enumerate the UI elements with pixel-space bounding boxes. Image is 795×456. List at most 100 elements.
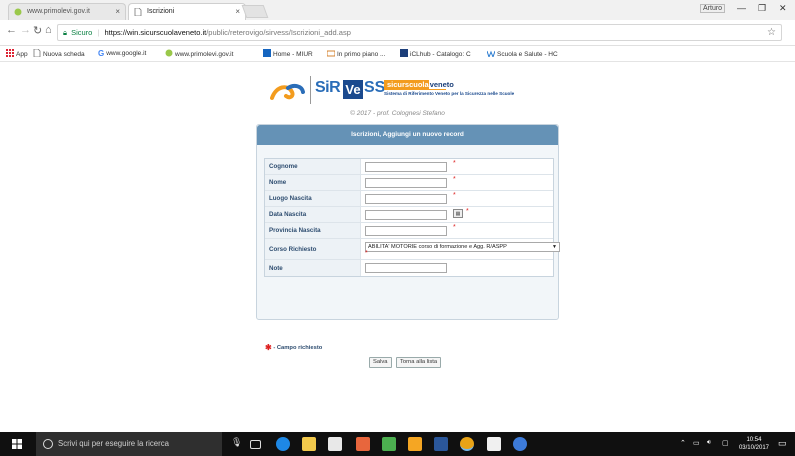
provincia-nascita-input[interactable] (365, 226, 447, 236)
data-nascita-input[interactable] (365, 210, 447, 220)
bookmark-scuola-salute[interactable]: Scuola e Salute - HC (487, 49, 558, 58)
primolevi-icon (165, 49, 173, 57)
task-view-icon[interactable] (250, 440, 261, 449)
calendar-icon[interactable]: ▦ (453, 209, 463, 218)
tab-title: www.primolevi.gov.it (27, 8, 90, 15)
minimize-button[interactable]: — (737, 3, 746, 13)
outlook-icon[interactable] (356, 437, 370, 451)
tab-iscrizioni[interactable]: Iscrizioni × (128, 3, 246, 20)
store-icon[interactable] (328, 437, 342, 451)
file-explorer-icon[interactable] (302, 437, 316, 451)
app-globe-icon[interactable] (513, 437, 527, 451)
browser-toolbar: ← → ↻ ⌂ 🔒︎ Sicuro | https://win.sicurscu… (0, 20, 795, 46)
back-to-list-button[interactable]: Torna alla lista (396, 357, 442, 368)
bookmark-iclhub[interactable]: iCLhub - Catalogo: C (400, 49, 471, 58)
bookmark-star-icon[interactable]: ☆ (767, 25, 776, 40)
edge-icon[interactable] (276, 437, 290, 451)
row-nome: Nome * (265, 175, 553, 191)
tab-primolevi[interactable]: www.primolevi.gov.it × (8, 3, 126, 20)
network-icon[interactable]: ▭ (693, 439, 700, 447)
required-marker: * (466, 208, 469, 215)
tab-title: Iscrizioni (147, 8, 175, 15)
lock-icon: 🔒︎ (63, 28, 67, 37)
logo-ve: Ve (343, 80, 363, 99)
field-label: Data Nascita (265, 207, 361, 222)
page-content: SiR Ve SS sicurscuolaveneto.it Sistema d… (0, 62, 795, 432)
select-value: ABILITA' MOTORIE corso di formazione e A… (368, 244, 507, 250)
clock-date: 03/10/2017 (738, 445, 769, 451)
row-cognome: Cognome * (265, 159, 553, 175)
field-label: Luogo Nascita (265, 191, 361, 206)
url-host: https://win.sicurscuolaveneto.it (104, 28, 207, 37)
home-icon[interactable]: ⌂ (45, 24, 52, 36)
profile-user-badge[interactable]: Arturo (700, 4, 726, 13)
nome-input[interactable] (365, 178, 447, 188)
logo-ss: SS (364, 79, 386, 96)
bookmark-apps[interactable]: App (6, 49, 28, 58)
chrome-icon[interactable] (460, 437, 474, 451)
tray-chevron-icon[interactable]: ⌃ (680, 439, 686, 447)
word-icon[interactable] (434, 437, 448, 451)
field-label: Cognome (265, 159, 361, 174)
news-icon (327, 50, 335, 57)
corso-richiesto-select[interactable]: ABILITA' MOTORIE corso di formazione e A… (365, 242, 560, 252)
close-window-button[interactable]: ✕ (779, 3, 787, 14)
bookmark-primolevi[interactable]: www.primolevi.gov.it (165, 49, 233, 58)
back-arrow-icon[interactable]: ← (6, 24, 17, 36)
row-data-nascita: Data Nascita ▦ * (265, 207, 553, 223)
cortana-icon (43, 439, 53, 449)
address-bar[interactable]: 🔒︎ Sicuro | https://win.sicurscuolavenet… (57, 24, 782, 41)
folder-app-icon[interactable] (408, 437, 422, 451)
taskbar-clock[interactable]: 10:54 03/10/2017 (739, 436, 769, 452)
required-marker: * (453, 224, 456, 231)
notification-bubble-icon[interactable]: ▢ (722, 439, 729, 447)
note-input[interactable] (365, 263, 447, 273)
tab-close-icon[interactable]: × (235, 4, 240, 19)
browser-titlebar: www.primolevi.gov.it × Iscrizioni × Artu… (0, 0, 795, 20)
search-placeholder: Scrivi qui per eseguire la ricerca (58, 439, 169, 448)
separator: | (97, 28, 100, 37)
scuola-salute-icon (487, 50, 495, 57)
bookmark-label: Scuola e Salute - HC (497, 51, 558, 58)
required-star-icon: ✱ (265, 343, 272, 352)
row-note: Note (265, 260, 553, 276)
forward-arrow-icon[interactable]: → (20, 24, 31, 36)
cognome-input[interactable] (365, 162, 447, 172)
required-note-text: - Campo richiesto (273, 345, 323, 351)
excel-icon[interactable] (382, 437, 396, 451)
new-tab-button[interactable] (241, 5, 269, 18)
brand-highlight: veneto (428, 80, 455, 89)
field-label: Nome (265, 175, 361, 190)
field-label: Corso Richiesto (265, 239, 361, 259)
maximize-button[interactable]: ❐ (758, 3, 766, 14)
required-marker: * (365, 250, 368, 257)
form-header: Iscrizioni, Aggiungi un nuovo record (257, 125, 558, 145)
taskbar-search[interactable]: Scrivi qui per eseguire la ricerca (36, 432, 222, 456)
row-corso-richiesto: Corso Richiesto ABILITA' MOTORIE corso d… (265, 239, 560, 260)
windows-start-icon[interactable] (12, 439, 22, 449)
bookmark-miur[interactable]: Home - MIUR (263, 49, 313, 58)
logo-divider (310, 76, 311, 104)
bookmark-primo-piano[interactable]: In primo piano ... (327, 49, 385, 58)
mail-icon[interactable] (487, 437, 501, 451)
required-note: ✱ - Campo richiesto (265, 343, 322, 352)
save-button[interactable]: Salva (369, 357, 392, 368)
dropdown-arrow-icon: ▼ (552, 244, 557, 250)
logo-subtitle: Sistema di Riferimento Veneto per la Sic… (384, 91, 515, 96)
luogo-nascita-input[interactable] (365, 194, 447, 204)
swoosh-logo-icon (270, 83, 305, 100)
tab-close-icon[interactable]: × (115, 4, 120, 19)
url-path: /public/reterovigo/sirvess/Iscrizioni_ad… (206, 28, 351, 37)
brand-prefix: sicurscuola (387, 80, 429, 89)
field-label: Note (265, 260, 361, 276)
brand-suffix: .it (454, 80, 462, 89)
bookmark-label: www.google.it (106, 50, 147, 57)
reload-icon[interactable]: ↻ (33, 24, 42, 37)
bookmark-google[interactable]: Gwww.google.it (98, 49, 147, 58)
bookmark-nuova-scheda[interactable]: Nuova scheda (33, 49, 85, 58)
miur-icon (263, 49, 271, 57)
volume-icon[interactable]: 🔉︎ (707, 439, 711, 447)
microphone-icon[interactable]: 🎙︎ (231, 437, 245, 451)
action-center-icon[interactable]: ▭ (778, 438, 787, 449)
windows-taskbar: Scrivi qui per eseguire la ricerca 🎙︎ ⌃ … (0, 432, 795, 456)
